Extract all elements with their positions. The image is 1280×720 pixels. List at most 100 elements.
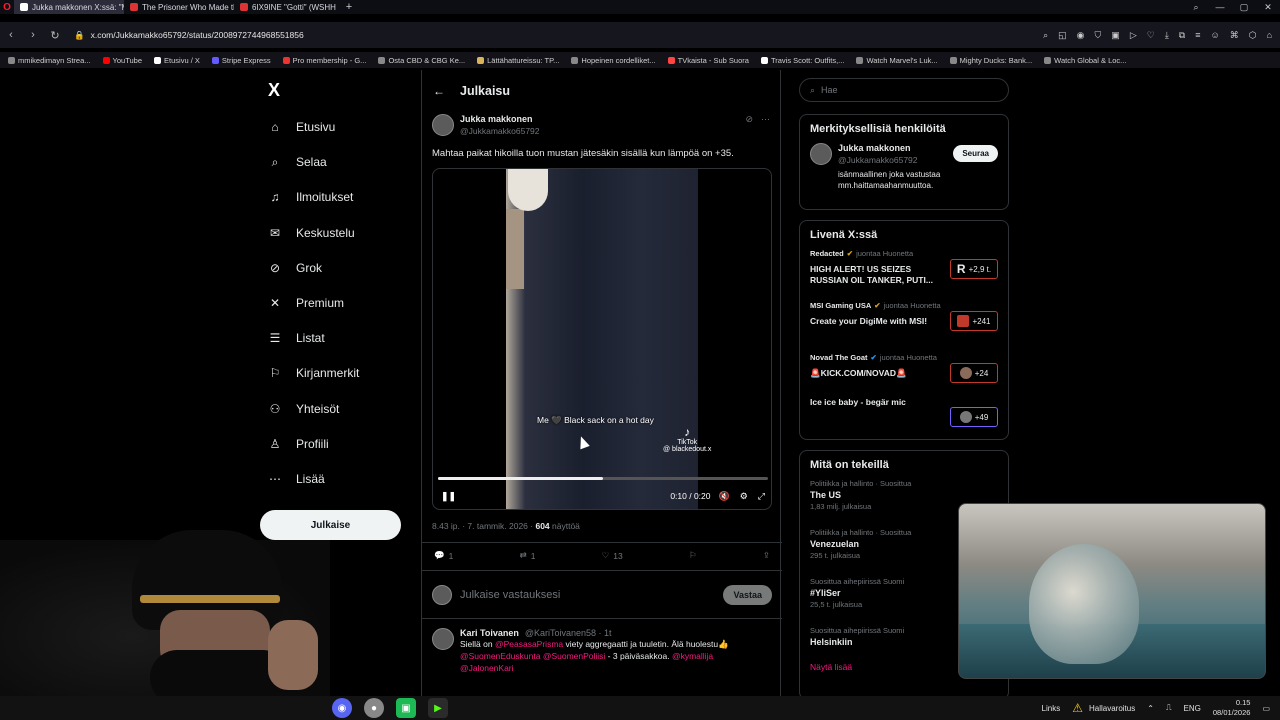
back-arrow-icon[interactable]: ← <box>424 84 454 98</box>
bookmark[interactable]: Stripe Express <box>211 56 271 65</box>
snapshot-icon[interactable]: ◱ <box>1058 30 1067 41</box>
bookmark-action[interactable]: ⚐ <box>689 550 697 561</box>
weather-warning[interactable]: ⚠ Hallavaroitus <box>1072 701 1135 715</box>
new-tab-button[interactable]: + <box>342 1 356 13</box>
x-logo-icon[interactable]: X <box>268 80 280 101</box>
nav-item-premium[interactable]: ✕ Premium <box>268 296 344 310</box>
clock[interactable]: 0.15 08/01/2026 <box>1213 698 1251 718</box>
download-icon[interactable]: ⤓ <box>1165 30 1169 41</box>
avatar[interactable] <box>432 628 454 650</box>
bookmark[interactable]: Lättähattureissu: TP... <box>477 56 559 65</box>
shield-icon[interactable]: ⛉ <box>1095 30 1102 41</box>
heart-icon[interactable]: ♡ <box>1147 30 1155 41</box>
bookmark[interactable]: YouTube <box>102 56 142 65</box>
live-space[interactable]: Redacted ✔ juontaa Huonetta HIGH ALERT! US… <box>810 249 998 301</box>
live-space[interactable]: MSI Gaming USA ✔ juontaa Huonetta Create y… <box>810 301 998 353</box>
opera-logo-icon[interactable]: O <box>0 0 14 14</box>
fullscreen-icon[interactable]: ⤢ <box>758 491 765 502</box>
bookmark[interactable]: Watch Marvel's Luk... <box>856 56 938 65</box>
wallet-icon[interactable]: ▣ <box>1111 30 1120 41</box>
avatar[interactable] <box>432 114 454 136</box>
play-icon[interactable]: ▷ <box>1130 30 1137 41</box>
mention-link[interactable]: @PeasasaPrisma <box>495 639 563 649</box>
reply-input[interactable]: Julkaise vastauksesi <box>460 589 560 601</box>
screenshot-icon[interactable]: ⧉ <box>1179 30 1185 41</box>
live-space[interactable]: Novad The Goat ✔ juontaa Huonetta 🚨KICK.CO… <box>810 353 998 391</box>
more-icon: ⋯ <box>269 472 281 486</box>
nav-item-more[interactable]: ⋯ Lisää <box>268 472 325 486</box>
like-action[interactable]: ♡ 13 <box>602 550 623 561</box>
network-icon[interactable]: ⎍ <box>1166 703 1172 713</box>
url-field[interactable]: 🔒 x.com/Jukkamakko65792/status/2008972744… <box>74 30 304 41</box>
avatar[interactable] <box>810 143 832 165</box>
follow-button[interactable]: Seuraa <box>953 145 998 162</box>
nav-item-grok[interactable]: ⊘ Grok <box>268 261 322 275</box>
menu-icon[interactable]: ≡ <box>1195 30 1200 41</box>
forward-button[interactable]: › <box>22 29 44 41</box>
mention-link[interactable]: @SuomenEduskunta @SuomenPoliisi <box>460 651 605 661</box>
app-icon[interactable]: ▣ <box>396 698 416 718</box>
mute-icon[interactable]: 🔇 <box>719 491 730 502</box>
nav-item-messages[interactable]: ✉ Keskustelu <box>268 226 355 240</box>
nav-item-bookmarks[interactable]: ⚐ Kirjanmerkit <box>268 366 360 380</box>
nav-item-explore[interactable]: ⌕ Selaa <box>268 155 327 170</box>
browser-tab[interactable]: 6IX9INE "Gotti" (WSHH <box>234 0 342 14</box>
video-player[interactable]: Me 🖤 Black sack on a hot day ♪ TikTok @ … <box>432 168 772 510</box>
verified-icon: ✔ <box>870 353 877 362</box>
bookmark[interactable]: Mighty Ducks: Bank... <box>949 56 1032 65</box>
app-icon[interactable]: ● <box>364 698 384 718</box>
aria-icon[interactable]: ⌂ <box>1267 30 1272 41</box>
reply-action[interactable]: 💬 1 <box>434 550 453 561</box>
nav-item-notifications[interactable]: ♫ Ilmoitukset <box>268 190 354 204</box>
links-toolbar[interactable]: Links <box>1042 704 1061 713</box>
bookmark[interactable]: Pro membership - G... <box>282 56 366 65</box>
search-input[interactable]: ⌕ Hae <box>799 78 1009 102</box>
profile-icon[interactable]: ☺ <box>1211 30 1220 41</box>
settings-icon[interactable]: ⚙ <box>740 491 748 502</box>
search-icon[interactable]: ⌕ <box>1043 30 1048 41</box>
picture-in-picture-video[interactable] <box>958 503 1266 679</box>
author-handle[interactable]: @Jukkamakko65792 <box>460 126 540 136</box>
back-button[interactable]: ‹ <box>0 29 22 41</box>
chevron-up-icon[interactable]: ⌃ <box>1147 704 1154 713</box>
bookmark[interactable]: mmikedimayn Strea... <box>8 56 91 65</box>
language-indicator[interactable]: ENG <box>1184 704 1201 713</box>
bookmark[interactable]: Hopeinen cordelliket... <box>571 56 656 65</box>
pause-icon[interactable]: ❚❚ <box>441 491 456 502</box>
minimize-button[interactable]: — <box>1208 2 1232 13</box>
grok-icon[interactable]: ⊘ <box>745 114 753 125</box>
browser-tab-active[interactable]: Jukka makkonen X:ssä: "M <box>14 0 124 14</box>
camera-icon[interactable]: ◉ <box>1077 30 1085 41</box>
close-window-button[interactable]: ✕ <box>1256 2 1280 13</box>
live-space[interactable]: Ice ice baby - begär mic +49 <box>810 397 998 427</box>
taskbar: ◉ ● ▣ ▶ Links ⚠ Hallavaroitus ⌃ ⎍ ENG 0.… <box>0 696 1280 720</box>
bookmark[interactable]: Osta CBD & CBG Ke... <box>378 56 465 65</box>
notifications-icon[interactable]: ▭ <box>1262 704 1270 713</box>
suggested-user[interactable]: Jukka makkonen @Jukkamakko65792 isänmaal… <box>810 143 998 199</box>
nav-item-lists[interactable]: ☰ Listat <box>268 331 325 345</box>
bookmark[interactable]: Watch Global & Loc... <box>1044 56 1126 65</box>
browser-tab[interactable]: The Prisoner Who Made th <box>124 0 234 14</box>
bookmark[interactable]: TVkaista - Sub Suora <box>667 56 749 65</box>
post-detail-column: ← Julkaisu Jukka makkonen @Jukkamakko657… <box>421 70 782 696</box>
more-options-icon[interactable]: ⋯ <box>761 114 770 125</box>
author-name[interactable]: Jukka makkonen <box>460 114 540 124</box>
repost-action[interactable]: ⇄ 1 <box>520 550 536 561</box>
extension-icon[interactable]: ⌘ <box>1230 30 1239 41</box>
nav-item-communities[interactable]: ⚇ Yhteisöt <box>268 402 340 416</box>
bookmark[interactable]: Etusivu / X <box>154 56 200 65</box>
post-author[interactable]: Jukka makkonen @Jukkamakko65792 <box>432 114 540 136</box>
reload-button[interactable]: ↻ <box>44 29 66 42</box>
maximize-button[interactable]: ▢ <box>1232 2 1256 13</box>
bookmark[interactable]: Travis Scott: Outfits,... <box>760 56 844 65</box>
share-action[interactable]: ⇪ <box>763 550 770 561</box>
reply-post[interactable]: Kari Toivanen @KariToivanen58 · 1t Siell… <box>432 628 772 674</box>
kick-icon[interactable]: ▶ <box>428 698 448 718</box>
cube-icon[interactable]: ⬡ <box>1249 30 1257 41</box>
discord-icon[interactable]: ◉ <box>332 698 352 718</box>
nav-item-home[interactable]: ⌂ Etusivu <box>268 120 335 134</box>
reply-button[interactable]: Vastaa <box>723 585 772 605</box>
search-tabs-icon[interactable]: ⌕ <box>1184 2 1208 13</box>
nav-item-profile[interactable]: ♙ Profiili <box>268 437 329 451</box>
video-progress-bar[interactable] <box>438 477 768 480</box>
